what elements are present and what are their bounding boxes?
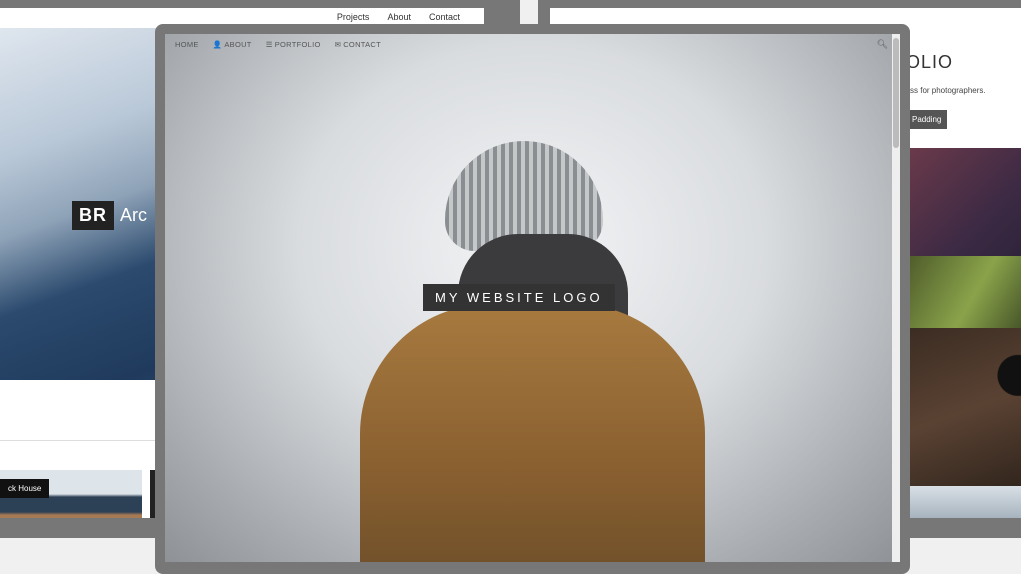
hero-photo-coat [360, 304, 705, 562]
website-logo: MY WEBSITE LOGO [423, 284, 615, 311]
nav-contact[interactable]: Contact [429, 12, 460, 22]
brand-badge: BR [72, 201, 114, 230]
scrollbar[interactable] [892, 34, 900, 562]
padding-button[interactable]: Padding [906, 110, 948, 129]
left-nav: Projects About Contact [337, 12, 460, 22]
site-subtitle: css for photographers. [906, 86, 986, 95]
site-title: OLIO [906, 52, 954, 72]
gallery-photo[interactable] [906, 328, 1021, 486]
main-nav: HOME 👤 ABOUT ☰ PORTFOLIO ✉ CONTACT [175, 40, 381, 49]
nav-projects[interactable]: Projects [337, 12, 370, 22]
main-template-preview: HOME 👤 ABOUT ☰ PORTFOLIO ✉ CONTACT 🔍︎ MY WE… [155, 24, 910, 574]
list-icon: ☰ [265, 40, 273, 49]
brand-logo: BR Arc [72, 201, 147, 230]
gallery-photo[interactable] [906, 486, 1021, 518]
gallery-photo[interactable] [906, 256, 1021, 328]
project-caption: ck House [0, 479, 50, 498]
envelope-icon: ✉ [334, 40, 342, 49]
scrollbar-thumb[interactable] [893, 38, 899, 148]
nav-home[interactable]: HOME [175, 40, 199, 49]
nav-about[interactable]: 👤 ABOUT [213, 40, 252, 49]
main-screen: HOME 👤 ABOUT ☰ PORTFOLIO ✉ CONTACT 🔍︎ MY WE… [165, 34, 900, 562]
search-icon[interactable]: 🔍︎ [877, 39, 888, 50]
nav-about[interactable]: About [387, 12, 411, 22]
gallery-photo[interactable] [906, 148, 1021, 256]
user-icon: 👤 [212, 40, 223, 49]
nav-contact[interactable]: ✉ CONTACT [335, 40, 381, 49]
brand-text: Arc [120, 205, 147, 225]
nav-portfolio[interactable]: ☰ PORTFOLIO [266, 40, 321, 49]
